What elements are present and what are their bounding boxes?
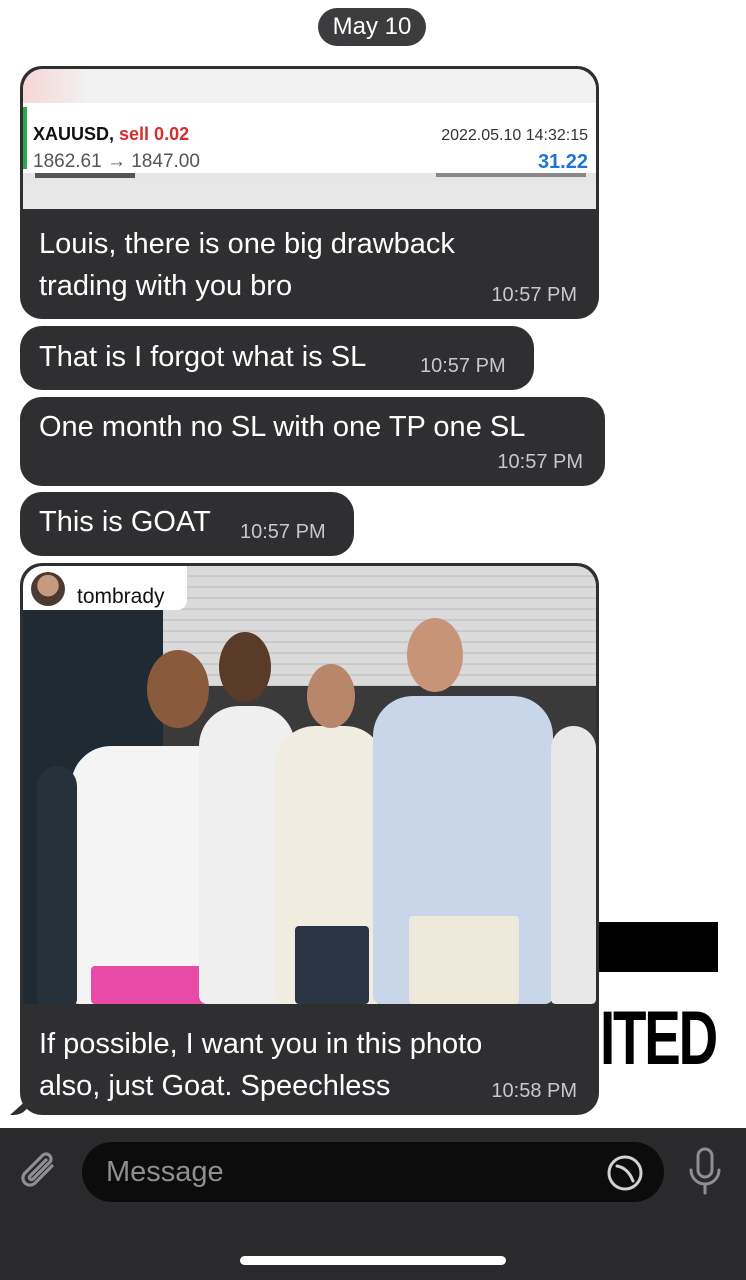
message-time: 10:57 PM (240, 521, 326, 543)
cut-text-fragment (35, 173, 135, 178)
photo-person-trousers (295, 926, 369, 1004)
message-line: also, just Goat. Speechless (39, 1070, 391, 1102)
trade-next-row-cut (23, 173, 596, 209)
chat-area[interactable]: May 10 XAUUSD, sell 0.02 2022.05.10 14:3… (0, 0, 746, 1128)
message-time: 10:57 PM (497, 451, 583, 473)
cut-text-fragment (436, 173, 586, 177)
message-time: 10:58 PM (491, 1080, 577, 1102)
message-bubble[interactable]: That is I forgot what is SL 10:57 PM (20, 326, 534, 390)
message-bubble-trade[interactable]: XAUUSD, sell 0.02 2022.05.10 14:32:15 18… (20, 66, 599, 319)
photo-person-head (307, 664, 355, 728)
message-line: If possible, I want you in this photo (39, 1028, 483, 1060)
message-bubble[interactable]: This is GOAT 10:57 PM (20, 492, 354, 556)
message-text: That is I forgot what is SL (39, 341, 367, 373)
background-banner-text: ITED (600, 996, 718, 1081)
message-text: This is GOAT (39, 506, 211, 538)
message-line: trading with you bro (39, 270, 293, 302)
instagram-username: tombrady (77, 585, 165, 608)
photo-person (551, 726, 596, 1004)
trade-header-blur (23, 69, 596, 103)
photo-person-head (147, 650, 209, 728)
message-line: Louis, there is one big drawback (39, 228, 455, 260)
date-separator: May 10 (318, 8, 426, 46)
photo-person-trousers (409, 916, 519, 1004)
bubble-tail (10, 1097, 30, 1115)
message-bubble-photo[interactable]: tombrady If possible, I want you in this… (10, 563, 599, 1115)
trade-row: XAUUSD, sell 0.02 2022.05.10 14:32:15 18… (23, 107, 596, 173)
shared-photo[interactable]: tombrady (23, 566, 596, 1004)
message-input-bar (0, 1128, 746, 1280)
home-indicator[interactable] (240, 1256, 506, 1265)
message-bubble[interactable]: One month no SL with one TP one SL 10:57… (20, 397, 605, 486)
message-text: If possible, I want you in this photo al… (39, 1023, 482, 1107)
microphone-icon[interactable] (686, 1146, 724, 1198)
message-input[interactable] (106, 1142, 606, 1202)
message-text: Louis, there is one big drawback trading… (39, 223, 455, 307)
avatar (31, 572, 65, 606)
photo-person (37, 766, 77, 1004)
message-field[interactable] (82, 1142, 664, 1202)
trade-screenshot[interactable]: XAUUSD, sell 0.02 2022.05.10 14:32:15 18… (23, 69, 596, 209)
sticker-icon[interactable] (606, 1154, 644, 1192)
message-time: 10:57 PM (491, 284, 577, 306)
photo-person-head (219, 632, 271, 702)
instagram-user-tag[interactable]: tombrady (23, 566, 187, 610)
message-time: 10:57 PM (420, 355, 506, 377)
photo-person-head (407, 618, 463, 692)
paperclip-icon[interactable] (18, 1146, 62, 1196)
background-banner-bar (598, 922, 718, 972)
message-text: One month no SL with one TP one SL (39, 411, 526, 443)
